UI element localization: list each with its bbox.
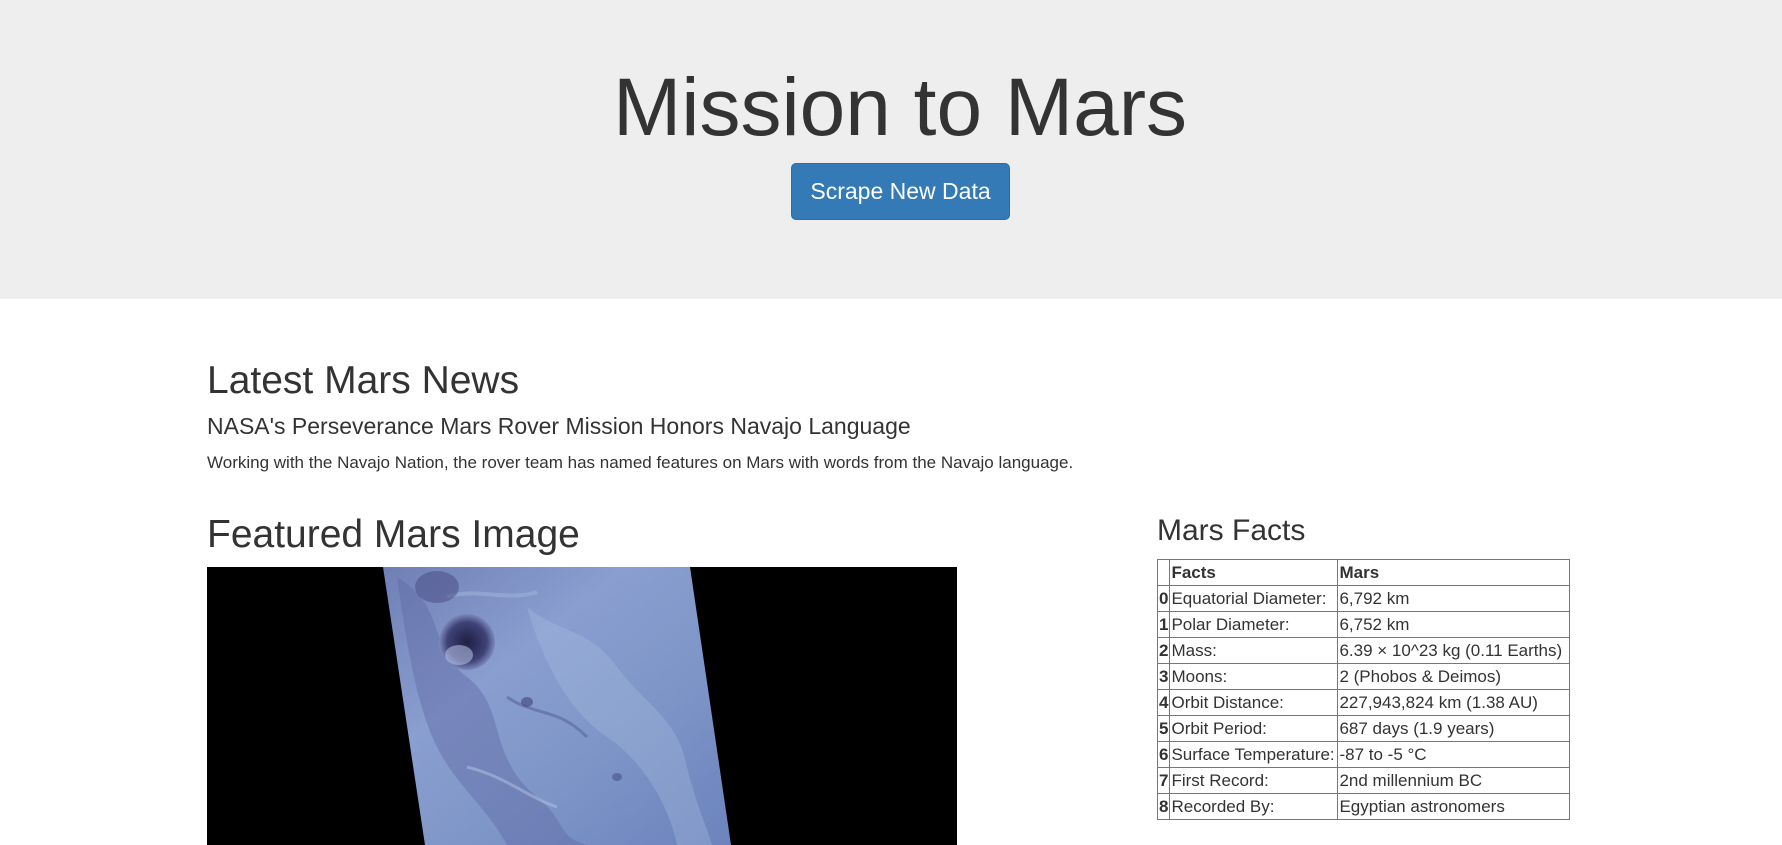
table-row: 3 Moons: 2 (Phobos & Deimos) [1156,663,1571,690]
fact-value: 227,943,824 km (1.38 AU) [1337,689,1571,716]
row-index: 0 [1156,585,1171,612]
table-row: 1 Polar Diameter: 6,752 km [1156,611,1571,638]
mars-facts-table: Facts Mars 0 Equatorial Diameter: 6,792 … [1156,559,1571,820]
featured-mars-image [207,567,957,845]
featured-image-heading: Featured Mars Image [207,513,580,556]
fact-label: Equatorial Diameter: [1169,585,1339,612]
page-title: Mission to Mars [612,62,1188,153]
fact-label: Surface Temperature: [1169,741,1339,768]
mars-facts-heading: Mars Facts [1157,514,1306,547]
table-row: 8 Recorded By: Egyptian astronomers [1156,793,1571,820]
table-row: 0 Equatorial Diameter: 6,792 km [1156,585,1571,612]
news-paragraph: Working with the Navajo Nation, the rove… [207,453,1074,472]
row-index: 3 [1156,663,1171,690]
row-index: 5 [1156,715,1171,742]
table-row: 6 Surface Temperature: -87 to -5 °C [1156,741,1571,768]
mars-surface-image [207,567,957,845]
index-column-header [1156,559,1171,586]
fact-label: Polar Diameter: [1169,611,1339,638]
facts-column-header: Facts [1169,559,1339,586]
table-row: 5 Orbit Period: 687 days (1.9 years) [1156,715,1571,742]
row-index: 7 [1156,767,1171,794]
table-row: 2 Mass: 6.39 × 10^23 kg (0.11 Earths) [1156,637,1571,664]
fact-value: -87 to -5 °C [1337,741,1571,768]
scrape-new-data-button[interactable]: Scrape New Data [791,163,1010,220]
fact-value: 6,752 km [1337,611,1571,638]
row-index: 1 [1156,611,1171,638]
row-index: 4 [1156,689,1171,716]
fact-value: Egyptian astronomers [1337,793,1571,820]
row-index: 2 [1156,637,1171,664]
row-index: 8 [1156,793,1171,820]
fact-label: Mass: [1169,637,1339,664]
fact-value: 6.39 × 10^23 kg (0.11 Earths) [1337,637,1571,664]
mars-column-header: Mars [1337,559,1571,586]
table-row: 7 First Record: 2nd millennium BC [1156,767,1571,794]
fact-value: 2nd millennium BC [1337,767,1571,794]
jumbotron-header: Mission to Mars Scrape New Data [0,0,1782,299]
fact-value: 6,792 km [1337,585,1571,612]
fact-label: Orbit Period: [1169,715,1339,742]
fact-label: Moons: [1169,663,1339,690]
news-title: NASA's Perseverance Mars Rover Mission H… [207,413,911,439]
fact-label: Recorded By: [1169,793,1339,820]
fact-label: First Record: [1169,767,1339,794]
table-header-row: Facts Mars [1156,559,1571,586]
latest-news-heading: Latest Mars News [207,359,520,402]
fact-label: Orbit Distance: [1169,689,1339,716]
table-row: 4 Orbit Distance: 227,943,824 km (1.38 A… [1156,689,1571,716]
fact-value: 2 (Phobos & Deimos) [1337,663,1571,690]
fact-value: 687 days (1.9 years) [1337,715,1571,742]
row-index: 6 [1156,741,1171,768]
